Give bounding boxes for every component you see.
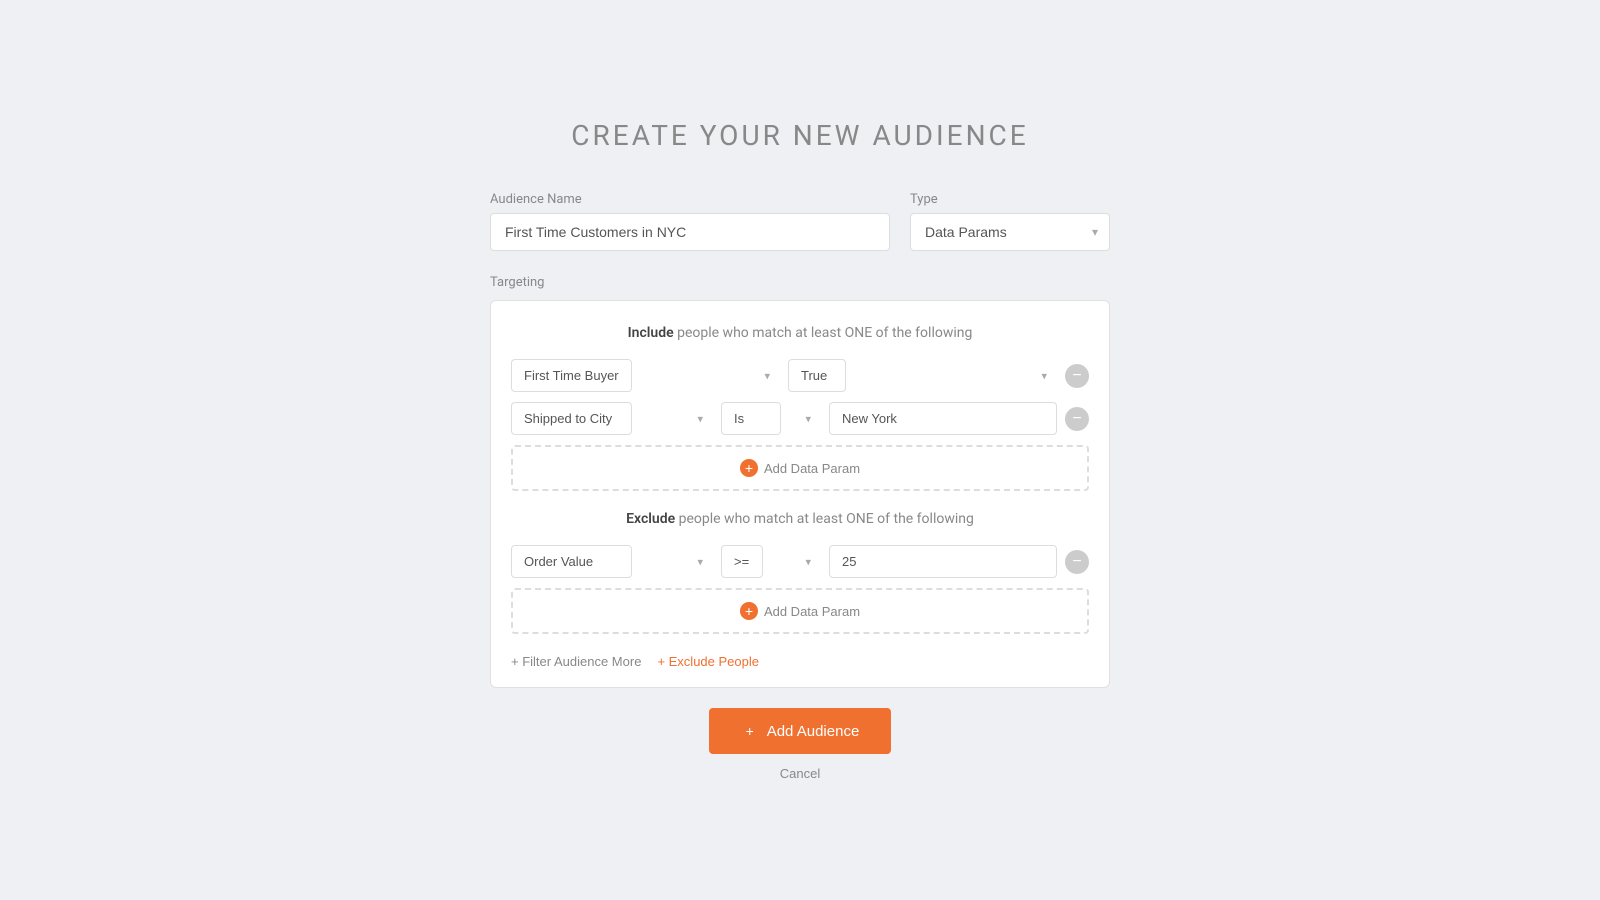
include-row1-minus-icon: − <box>1072 368 1081 384</box>
type-group: Type Data Params Segment CSV ▾ <box>910 192 1110 251</box>
include-row2-minus-icon: − <box>1072 411 1081 427</box>
include-row-1: First Time Buyer Shipped to City Order V… <box>511 359 1089 392</box>
exclude-row1-minus-icon: − <box>1072 554 1081 570</box>
exclude-op1-select[interactable]: >= <= = <box>721 545 763 578</box>
section-divider <box>511 491 1089 511</box>
exclude-desc: Exclude people who match at least ONE of… <box>511 511 1089 527</box>
btn-container: + Add Audience Cancel <box>490 708 1110 781</box>
exclude-row1-remove-button[interactable]: − <box>1065 550 1089 574</box>
add-audience-button[interactable]: + Add Audience <box>709 708 892 754</box>
include-op1-chevron-icon: ▾ <box>1041 369 1047 382</box>
page-container: CREATE YOUR NEW AUDIENCE Audience Name T… <box>0 0 1600 900</box>
form-container: Audience Name Type Data Params Segment C… <box>490 192 1110 781</box>
include-value2-input[interactable] <box>829 402 1057 435</box>
include-param2-select-wrapper: Shipped to City First Time Buyer Order V… <box>511 402 713 435</box>
targeting-box: Include people who match at least ONE of… <box>490 300 1110 688</box>
exclude-row-1: Order Value First Time Buyer Shipped to … <box>511 545 1089 578</box>
add-include-param-label: Add Data Param <box>764 461 860 476</box>
include-bold: Include <box>628 325 674 341</box>
add-include-param-button[interactable]: + Add Data Param <box>511 445 1089 491</box>
exclude-param1-select-wrapper: Order Value First Time Buyer Shipped to … <box>511 545 713 578</box>
include-op2-select-wrapper: Is Is Not >= ▾ <box>721 402 821 435</box>
include-param1-select[interactable]: First Time Buyer Shipped to City Order V… <box>511 359 632 392</box>
include-op2-select[interactable]: Is Is Not >= <box>721 402 781 435</box>
exclude-rest: people who match at least ONE of the fol… <box>675 511 974 527</box>
exclude-value1-input[interactable] <box>829 545 1057 578</box>
audience-name-input[interactable] <box>490 213 890 251</box>
include-row2-remove-button[interactable]: − <box>1065 407 1089 431</box>
exclude-bold: Exclude <box>626 511 675 527</box>
exclude-people-button[interactable]: + Exclude People <box>657 654 759 669</box>
include-param2-select[interactable]: Shipped to City First Time Buyer Order V… <box>511 402 632 435</box>
add-exclude-param-button[interactable]: + Add Data Param <box>511 588 1089 634</box>
include-param2-chevron-icon: ▾ <box>697 412 703 425</box>
filter-audience-more-button[interactable]: + Filter Audience More <box>511 654 641 669</box>
include-op2-chevron-icon: ▾ <box>805 412 811 425</box>
include-desc: Include people who match at least ONE of… <box>511 325 1089 341</box>
name-type-row: Audience Name Type Data Params Segment C… <box>490 192 1110 251</box>
audience-name-label: Audience Name <box>490 192 890 207</box>
targeting-label: Targeting <box>490 275 1110 290</box>
include-op1-select[interactable]: True False Is <box>788 359 846 392</box>
exclude-param1-chevron-icon: ▾ <box>697 555 703 568</box>
add-include-param-icon: + <box>740 459 758 477</box>
type-select-wrapper: Data Params Segment CSV ▾ <box>910 213 1110 251</box>
page-title: CREATE YOUR NEW AUDIENCE <box>571 119 1028 152</box>
include-op1-select-wrapper: True False Is ▾ <box>788 359 1057 392</box>
add-exclude-param-icon: + <box>740 602 758 620</box>
cancel-button[interactable]: Cancel <box>780 766 820 781</box>
add-audience-icon: + <box>741 722 759 740</box>
include-param1-chevron-icon: ▾ <box>764 369 770 382</box>
include-param1-select-wrapper: First Time Buyer Shipped to City Order V… <box>511 359 780 392</box>
include-rest: people who match at least ONE of the fol… <box>674 325 973 341</box>
audience-name-group: Audience Name <box>490 192 890 251</box>
type-label: Type <box>910 192 1110 207</box>
footer-links: + Filter Audience More + Exclude People <box>511 648 1089 669</box>
include-row-2: Shipped to City First Time Buyer Order V… <box>511 402 1089 435</box>
add-exclude-param-label: Add Data Param <box>764 604 860 619</box>
type-select[interactable]: Data Params Segment CSV <box>910 213 1110 251</box>
exclude-param1-select[interactable]: Order Value First Time Buyer Shipped to … <box>511 545 632 578</box>
include-row1-remove-button[interactable]: − <box>1065 364 1089 388</box>
exclude-op1-select-wrapper: >= <= = ▾ <box>721 545 821 578</box>
add-audience-label: Add Audience <box>767 723 860 740</box>
exclude-op1-chevron-icon: ▾ <box>805 555 811 568</box>
